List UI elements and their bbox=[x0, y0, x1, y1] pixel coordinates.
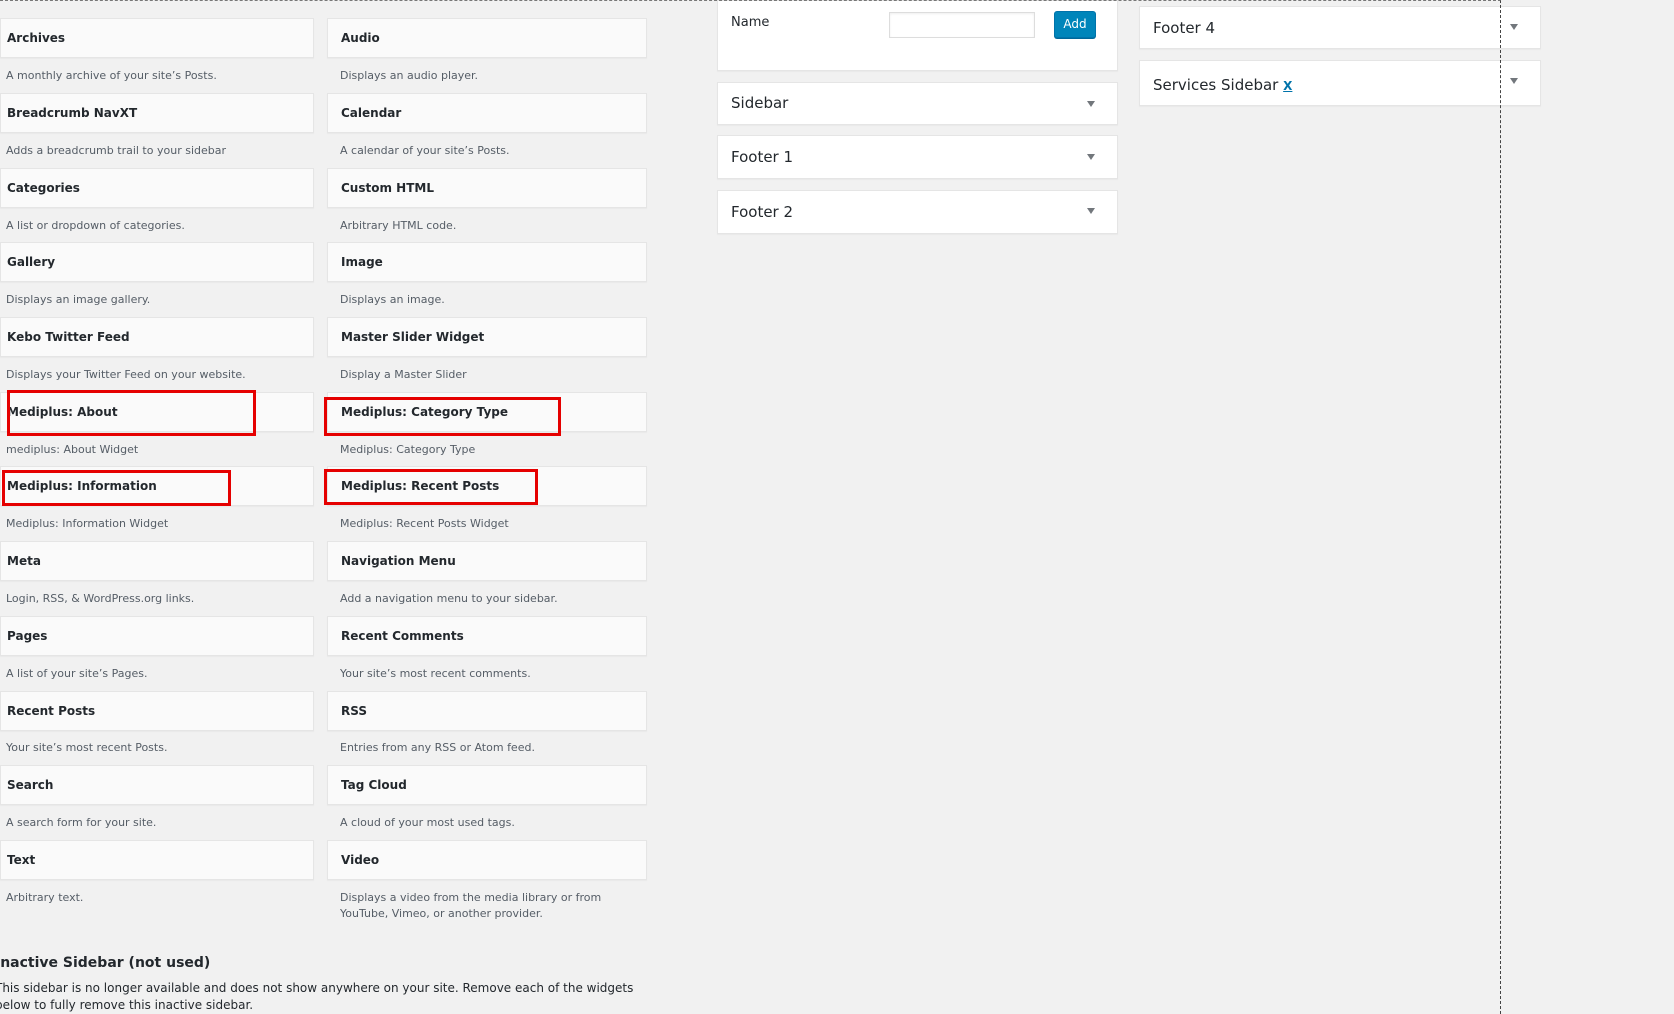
widget-mediplus-about-description: mediplus: About Widget bbox=[6, 443, 139, 456]
widget-mediplus-information[interactable]: Mediplus: Information bbox=[0, 466, 314, 506]
sidebar-title-services-sidebar: Services Sidebar X bbox=[1153, 76, 1292, 94]
widget-mediplus-category-type[interactable]: Mediplus: Category Type bbox=[327, 392, 647, 432]
sidebar-name-input[interactable] bbox=[889, 12, 1035, 38]
widget-recent-posts[interactable]: Recent Posts bbox=[0, 691, 314, 731]
widget-calendar[interactable]: Calendar bbox=[327, 93, 647, 133]
toggle-arrow-icon[interactable] bbox=[1510, 24, 1518, 30]
widget-tag-cloud[interactable]: Tag Cloud bbox=[327, 765, 647, 805]
widget-text-description: Arbitrary text. bbox=[6, 891, 84, 904]
widget-master-slider[interactable]: Master Slider Widget bbox=[327, 317, 647, 357]
widget-custom-html[interactable]: Custom HTML bbox=[327, 168, 647, 208]
widget-archives[interactable]: Archives bbox=[0, 18, 314, 58]
widget-recent-comments[interactable]: Recent Comments bbox=[327, 616, 647, 656]
widget-calendar-description: A calendar of your site’s Posts. bbox=[340, 144, 510, 157]
widget-image-description: Displays an image. bbox=[340, 293, 445, 306]
widget-meta-description: Login, RSS, & WordPress.org links. bbox=[6, 592, 195, 605]
inactive-sidebar-heading: Inactive Sidebar (not used) bbox=[0, 955, 211, 971]
toggle-arrow-icon[interactable] bbox=[1087, 208, 1095, 214]
widget-search-description: A search form for your site. bbox=[6, 816, 157, 829]
widget-breadcrumb-navxt[interactable]: Breadcrumb NavXT bbox=[0, 93, 314, 133]
widget-archives-description: A monthly archive of your site’s Posts. bbox=[6, 69, 217, 82]
add-sidebar-button[interactable]: Add bbox=[1054, 11, 1096, 38]
widget-meta[interactable]: Meta bbox=[0, 541, 314, 581]
sidebar-title-footer-4: Footer 4 bbox=[1153, 19, 1216, 37]
widget-mediplus-category-type-description: Mediplus: Category Type bbox=[340, 443, 476, 456]
widget-rss-description: Entries from any RSS or Atom feed. bbox=[340, 741, 535, 754]
services-sidebar-label: Services Sidebar bbox=[1153, 76, 1279, 94]
sidebar-title-footer-2: Footer 2 bbox=[731, 203, 794, 221]
inactive-sidebar-description: This sidebar is no longer available and … bbox=[0, 981, 634, 1012]
widget-text[interactable]: Text bbox=[0, 840, 314, 880]
widget-audio-description: Displays an audio player. bbox=[340, 69, 479, 82]
sidebar-name-label: Name bbox=[731, 15, 770, 30]
widget-video[interactable]: Video bbox=[327, 840, 647, 880]
widget-mediplus-information-description: Mediplus: Information Widget bbox=[6, 517, 169, 530]
widget-categories-description: A list or dropdown of categories. bbox=[6, 219, 185, 232]
widget-categories[interactable]: Categories bbox=[0, 168, 314, 208]
widget-mediplus-recent-posts-description: Mediplus: Recent Posts Widget bbox=[340, 517, 509, 530]
widget-audio[interactable]: Audio bbox=[327, 18, 647, 58]
remove-sidebar-link[interactable]: X bbox=[1283, 79, 1292, 93]
sidebar-title-footer-1: Footer 1 bbox=[731, 148, 794, 166]
widget-custom-html-description: Arbitrary HTML code. bbox=[340, 219, 457, 232]
toggle-arrow-icon[interactable] bbox=[1087, 101, 1095, 107]
widget-tag-cloud-description: A cloud of your most used tags. bbox=[340, 816, 515, 829]
widget-video-description: Displays a video from the media library … bbox=[340, 891, 602, 920]
widget-kebo-twitter-feed-description: Displays your Twitter Feed on your websi… bbox=[6, 368, 246, 381]
widget-pages[interactable]: Pages bbox=[0, 616, 314, 656]
widget-rss[interactable]: RSS bbox=[327, 691, 647, 731]
widget-gallery[interactable]: Gallery bbox=[0, 242, 314, 282]
widget-search[interactable]: Search bbox=[0, 765, 314, 805]
widget-master-slider-description: Display a Master Slider bbox=[340, 368, 467, 381]
widget-mediplus-about[interactable]: Mediplus: About bbox=[0, 392, 314, 432]
widget-navigation-menu-description: Add a navigation menu to your sidebar. bbox=[340, 592, 558, 605]
widget-recent-comments-description: Your site’s most recent comments. bbox=[340, 667, 531, 680]
widget-navigation-menu[interactable]: Navigation Menu bbox=[327, 541, 647, 581]
widget-breadcrumb-navxt-description: Adds a breadcrumb trail to your sidebar bbox=[6, 144, 226, 157]
sidebar-title-sidebar: Sidebar bbox=[731, 94, 789, 112]
widget-mediplus-recent-posts[interactable]: Mediplus: Recent Posts bbox=[327, 466, 647, 506]
widget-image[interactable]: Image bbox=[327, 242, 647, 282]
widget-pages-description: A list of your site’s Pages. bbox=[6, 667, 148, 680]
toggle-arrow-icon[interactable] bbox=[1510, 78, 1518, 84]
widget-recent-posts-description: Your site’s most recent Posts. bbox=[6, 741, 168, 754]
toggle-arrow-icon[interactable] bbox=[1087, 154, 1095, 160]
widget-gallery-description: Displays an image gallery. bbox=[6, 293, 151, 306]
widget-kebo-twitter-feed[interactable]: Kebo Twitter Feed bbox=[0, 317, 314, 357]
